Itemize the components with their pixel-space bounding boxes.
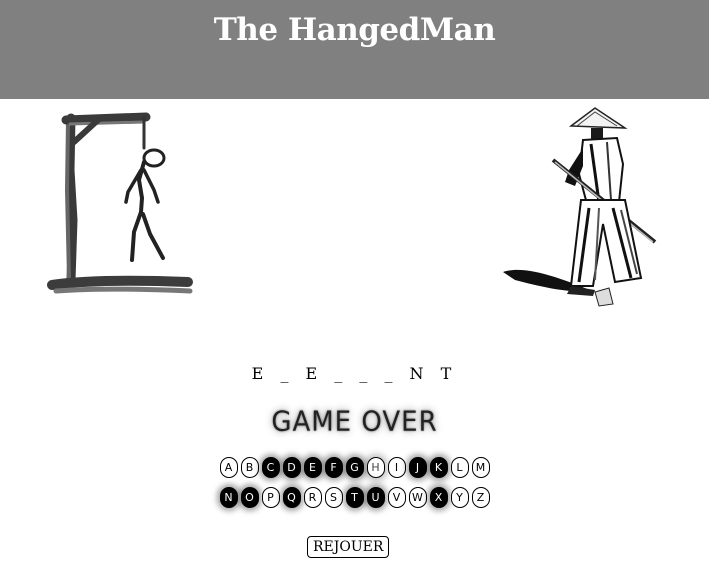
letter-key-c[interactable]: C (261, 457, 280, 478)
letter-key-x[interactable]: X (429, 487, 448, 508)
letter-key-i[interactable]: I (387, 457, 406, 478)
letter-key-y[interactable]: Y (450, 487, 469, 508)
letter-key-w[interactable]: W (408, 487, 427, 508)
letter-key-d[interactable]: D (282, 457, 301, 478)
letter-key-j[interactable]: J (408, 457, 427, 478)
letter-key-t[interactable]: T (345, 487, 364, 508)
samurai-icon (503, 107, 657, 307)
letter-key-o[interactable]: O (240, 487, 259, 508)
letter-key-l[interactable]: L (450, 457, 469, 478)
letter-key-z[interactable]: Z (471, 487, 490, 508)
letter-key-q[interactable]: Q (282, 487, 301, 508)
letter-key-g[interactable]: G (345, 457, 364, 478)
letter-key-b[interactable]: B (240, 457, 259, 478)
game-over-status: GAME OVER (271, 406, 438, 438)
letter-key-k[interactable]: K (429, 457, 448, 478)
page-title: The HangedMan (213, 12, 496, 48)
letter-key-a[interactable]: A (219, 457, 238, 478)
replay-button[interactable]: REJOUER (307, 536, 390, 558)
letter-key-p[interactable]: P (261, 487, 280, 508)
keyboard-row-2: NOPQRSTUVWXYZ (0, 487, 709, 508)
letter-key-v[interactable]: V (387, 487, 406, 508)
letter-key-u[interactable]: U (366, 487, 385, 508)
letter-key-r[interactable]: R (303, 487, 322, 508)
letter-key-s[interactable]: S (324, 487, 343, 508)
word-display: E _ E _ _ _ N T (251, 364, 458, 383)
header-bar: The HangedMan (0, 0, 709, 99)
keyboard-row-1: ABCDEFGHIJKLM (0, 457, 709, 478)
hanged-man-gallows-icon (47, 112, 193, 294)
letter-key-n[interactable]: N (219, 487, 238, 508)
letter-key-e[interactable]: E (303, 457, 322, 478)
letter-key-h[interactable]: H (366, 457, 385, 478)
letter-key-f[interactable]: F (324, 457, 343, 478)
letter-key-m[interactable]: M (471, 457, 490, 478)
